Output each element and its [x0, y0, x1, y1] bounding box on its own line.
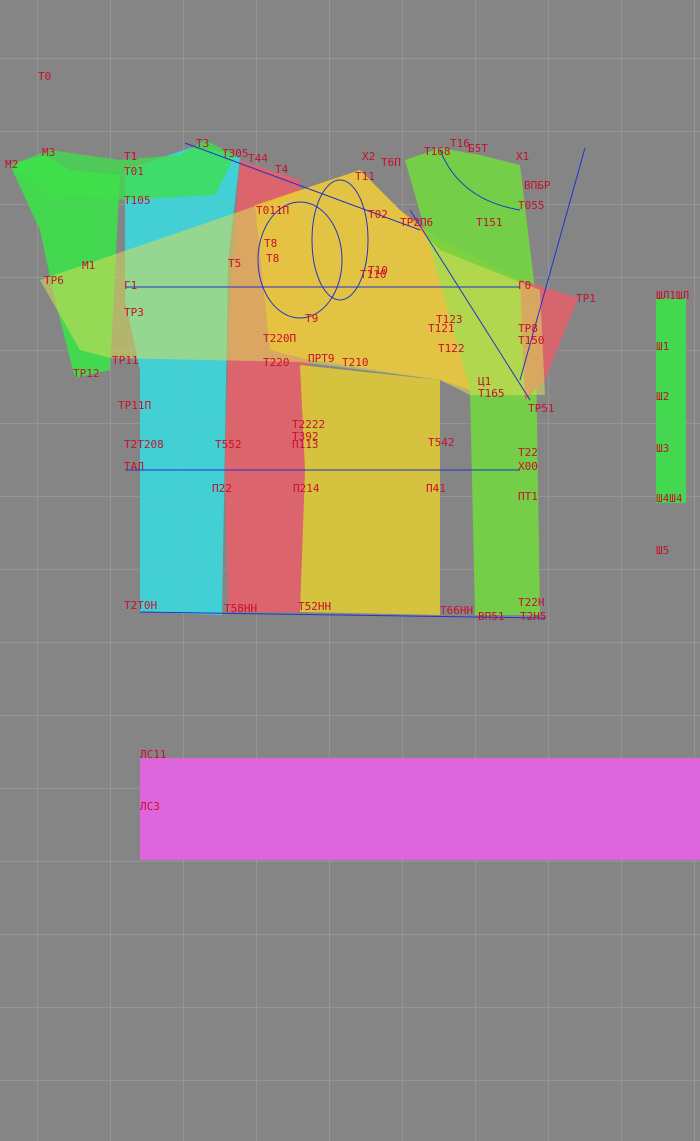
label-t56t: Б5Т: [468, 142, 488, 155]
label-t552: Т552: [215, 438, 242, 451]
label-t4: Т4: [275, 163, 289, 176]
label-sh3: Ш3: [656, 442, 669, 455]
label-prt9: ПРТ9: [308, 352, 335, 365]
label-t9: Т9: [305, 312, 318, 325]
label-tr3: ТР3: [124, 306, 144, 319]
label-t011p: Т011П: [256, 204, 289, 217]
label-p22: П22: [212, 482, 232, 495]
label-t151: Т151: [476, 216, 503, 229]
label-shl: ШЛ1ШЛ: [656, 289, 689, 302]
label-tr2p6: ТР2П6: [400, 216, 433, 229]
label-tal: ТАЛ: [124, 460, 144, 473]
label-t210: Т210: [342, 356, 369, 369]
label-tr11: ТР11: [112, 354, 139, 367]
label-t11: Т11: [355, 170, 375, 183]
label-t150: Т150: [518, 334, 545, 347]
label-vpbr: ВПБР: [524, 179, 551, 192]
label-t220p: Т220П: [263, 332, 296, 345]
label-m1: М1: [82, 259, 95, 272]
label-t165: Т165: [478, 387, 505, 400]
pattern-canvas[interactable]: Т0 М2 М3 Т3 Т1 Т01 Т305 Т44 Т4 Х2 Т6П Т1…: [0, 0, 700, 1141]
label-t305: Т305: [222, 147, 249, 160]
label-m3: М3: [42, 146, 55, 159]
label-t121: Т121: [428, 322, 455, 335]
label-pt1: ПТ1: [518, 490, 538, 503]
label-t113: П113: [292, 438, 319, 451]
label-tr12: ТР12: [73, 367, 100, 380]
label-x2: Х2: [362, 150, 375, 163]
label-t52h: Т52НН: [298, 600, 331, 613]
label-t2h5: Т2Н5: [520, 610, 547, 623]
label-ls3: ЛС3: [140, 800, 160, 813]
label-t02: Т02: [368, 208, 388, 221]
label-m2: М2: [5, 158, 18, 171]
label-t1: Т1: [124, 150, 137, 163]
label-t122: Т122: [438, 342, 465, 355]
label-sh5: Ш5: [656, 544, 669, 557]
label-x00: Х00: [518, 460, 538, 473]
label-tr11p: ТР11П: [118, 399, 151, 412]
label-t22h: Т22Н: [518, 596, 545, 609]
label-t542: Т542: [428, 436, 455, 449]
label-t22: Т22: [518, 446, 538, 459]
label-t208: Т2Т208: [124, 438, 164, 451]
label-t44: Т44: [248, 152, 268, 165]
label-t110: Т110: [360, 268, 387, 281]
label-tr6: ТР6: [44, 274, 64, 287]
label-t105: Т105: [124, 194, 151, 207]
label-t01: Т01: [124, 165, 144, 178]
label-t66h: Т66НН: [440, 604, 473, 617]
label-x1: Х1: [516, 150, 529, 163]
label-tr51: ТР51: [528, 402, 555, 415]
label-t220: Т220: [263, 356, 290, 369]
label-t055: Т055: [518, 199, 545, 212]
label-t20h: Т2Т0Н: [124, 599, 157, 612]
label-ls11: ЛС11: [140, 748, 167, 761]
label-sh4: Ш4Ш4: [656, 492, 683, 505]
label-t0: Т0: [38, 70, 51, 83]
label-tr1: ТР1: [576, 292, 596, 305]
label-t6p: Т6П: [381, 156, 401, 169]
front-piece[interactable]: [300, 365, 440, 615]
label-g1: Г1: [124, 279, 137, 292]
label-t8b: Т8: [266, 252, 279, 265]
label-sh1: Ш1: [656, 340, 669, 353]
label-p41: П41: [426, 482, 446, 495]
label-t3: Т3: [196, 137, 209, 150]
label-vp51: ВП51: [478, 610, 505, 623]
pattern-drawing[interactable]: Т0 М2 М3 Т3 Т1 Т01 Т305 Т44 Т4 Х2 Т6П Т1…: [0, 0, 700, 1141]
label-t16: Т16: [450, 137, 470, 150]
belt-strip[interactable]: [140, 758, 700, 860]
label-t58h: Т58НН: [224, 602, 257, 615]
label-p214: П214: [293, 482, 320, 495]
label-sh2: Ш2: [656, 390, 669, 403]
label-g0: Г0: [518, 279, 531, 292]
label-t5: Т5: [228, 257, 241, 270]
label-t8a: Т8: [264, 237, 277, 250]
label-t168: Т168: [424, 145, 451, 158]
